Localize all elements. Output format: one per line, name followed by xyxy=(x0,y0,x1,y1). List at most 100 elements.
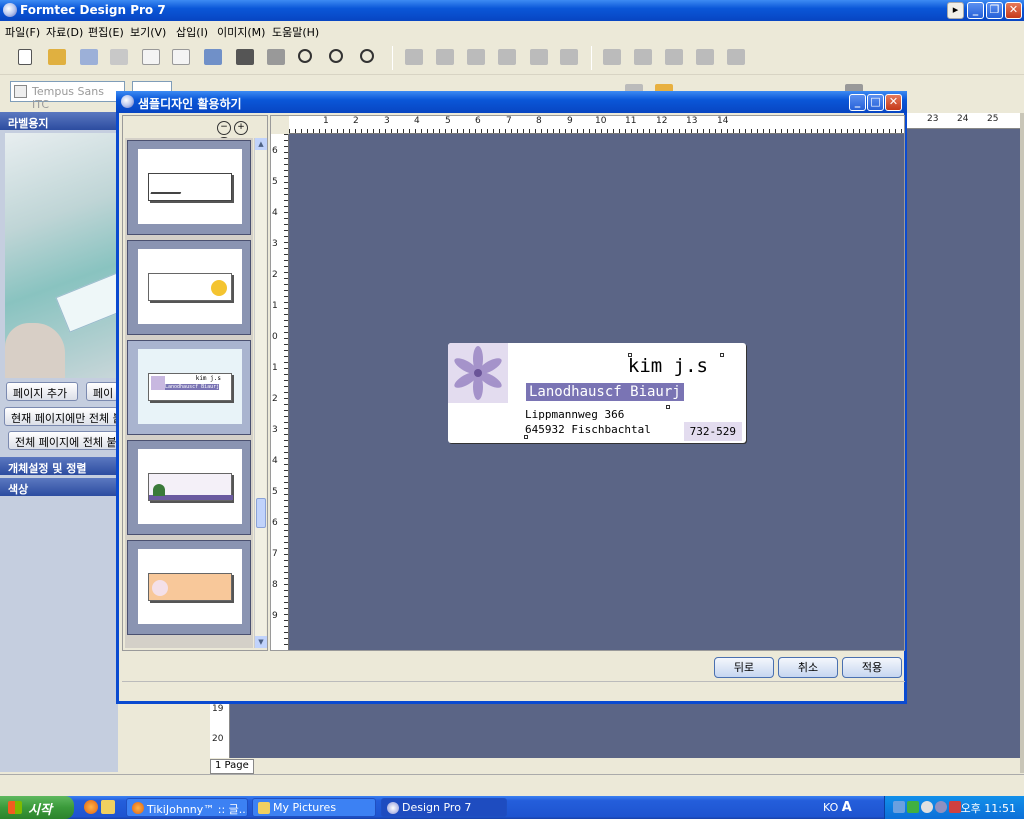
dialog-status-bar xyxy=(122,681,905,699)
ruler-number: 4 xyxy=(414,116,420,126)
page-add-icon[interactable] xyxy=(172,49,190,65)
zoom-in-icon[interactable] xyxy=(298,49,312,63)
minimize-button[interactable]: _ xyxy=(967,2,984,19)
help-arrow-button[interactable]: ▸ xyxy=(947,2,964,19)
dialog-maximize-button[interactable]: □ xyxy=(867,94,884,111)
system-tray: 오후 11:51 xyxy=(884,796,1024,819)
delete-icon[interactable] xyxy=(530,49,548,65)
card-company[interactable]: Lanodhauscf Biaurj xyxy=(526,383,684,401)
windows-taskbar: 시작 TikiJohnny™ :: 글... My Pictures Desig… xyxy=(0,796,1024,819)
selection-handle[interactable] xyxy=(628,353,632,357)
task-my-pictures[interactable]: My Pictures xyxy=(252,798,376,817)
menu-edit[interactable]: 편집(E) xyxy=(88,24,124,40)
thumbnail-item[interactable] xyxy=(127,540,251,635)
paste-icon[interactable] xyxy=(498,49,516,65)
ruler-number: 11 xyxy=(625,116,637,126)
main-vertical-scrollbar[interactable] xyxy=(1020,113,1024,773)
undo-icon[interactable] xyxy=(405,49,423,65)
apply-current-page-button[interactable]: 현재 페이지에만 전체 붙 xyxy=(4,407,118,426)
scroll-thumb[interactable] xyxy=(256,498,266,528)
page-button[interactable]: 페이 xyxy=(86,382,118,401)
start-label: 시작 xyxy=(28,803,52,818)
print-preview-icon[interactable] xyxy=(267,49,285,65)
apply-button[interactable]: 적용 xyxy=(842,657,902,678)
dialog-titlebar[interactable]: 샘플디자인 활용하기 _ □ ✕ xyxy=(116,91,907,113)
card-address-line2[interactable]: 645932 Fischbachtal xyxy=(525,423,651,436)
task-browser[interactable]: TikiJohnny™ :: 글... xyxy=(126,798,248,817)
ruler-number: 7 xyxy=(272,549,278,559)
task-design-pro[interactable]: Design Pro 7 xyxy=(381,798,507,817)
thumbnail-page xyxy=(138,449,242,524)
sample-icon[interactable] xyxy=(204,49,222,65)
menu-help[interactable]: 도움말(H) xyxy=(272,24,319,40)
zoom-fit-icon[interactable] xyxy=(329,49,343,63)
app-titlebar[interactable]: Formtec Design Pro 7 ▸ _ ❐ ✕ xyxy=(0,0,1024,21)
close-button[interactable]: ✕ xyxy=(1005,2,1022,19)
open-folder-icon[interactable] xyxy=(48,49,66,65)
menu-insert[interactable]: 삽입(I) xyxy=(176,24,208,40)
selection-handle[interactable] xyxy=(720,353,724,357)
app-title: Formtec Design Pro 7 xyxy=(20,3,166,17)
start-button[interactable]: 시작 xyxy=(0,796,74,819)
save-icon[interactable] xyxy=(110,49,128,65)
rotate-icon[interactable] xyxy=(665,49,683,65)
card-address-line1[interactable]: Lippmannweg 366 xyxy=(525,408,624,421)
firefox-quicklaunch-icon[interactable] xyxy=(84,800,98,814)
back-button[interactable]: 뒤로 xyxy=(714,657,774,678)
properties-icon[interactable] xyxy=(560,49,578,65)
image-icon[interactable] xyxy=(603,49,621,65)
business-card-preview[interactable]: kim j.s Lanodhauscf Biaurj Lippmannweg 3… xyxy=(448,343,746,443)
scroll-up-icon[interactable]: ▲ xyxy=(255,138,267,150)
add-page-button[interactable]: 페이지 추가 xyxy=(6,382,78,401)
zoom-in-icon[interactable]: + xyxy=(234,121,248,135)
thumbnail-item[interactable] xyxy=(127,240,251,335)
ruler-number: 5 xyxy=(445,116,451,126)
preview-canvas[interactable]: kim j.s Lanodhauscf Biaurj Lippmannweg 3… xyxy=(289,134,904,650)
color-header[interactable]: 색상 xyxy=(0,478,118,496)
menu-data[interactable]: 자료(D) xyxy=(46,24,83,40)
cut-icon[interactable] xyxy=(436,49,454,65)
new-file-icon[interactable] xyxy=(18,49,32,65)
flip-icon[interactable] xyxy=(634,49,652,65)
cancel-button[interactable]: 취소 xyxy=(778,657,838,678)
selection-handle[interactable] xyxy=(666,405,670,409)
align-vertical-icon[interactable] xyxy=(696,49,714,65)
thumbnail-item[interactable] xyxy=(127,140,251,235)
restore-button[interactable]: ❐ xyxy=(986,2,1003,19)
ruler-number: 23 xyxy=(927,114,939,124)
thumbnail-item-selected[interactable]: kim j.s Lanodhauscf Biaurj xyxy=(127,340,251,435)
selection-handle[interactable] xyxy=(524,435,528,439)
toolbar-separator xyxy=(591,46,592,70)
tray-network-icon[interactable] xyxy=(893,801,905,813)
language-indicator[interactable]: KO A xyxy=(823,800,852,815)
menu-file[interactable]: 파일(F) xyxy=(5,24,40,40)
font-name-select[interactable]: Tempus Sans ITC xyxy=(10,81,125,111)
page-tab[interactable]: 1 Page xyxy=(210,759,254,774)
thumbnail-scrollbar[interactable]: ▲ ▼ xyxy=(254,138,267,648)
tray-security-icon[interactable] xyxy=(949,801,961,813)
align-horizontal-icon[interactable] xyxy=(727,49,745,65)
thumbnail-card xyxy=(148,473,233,501)
dialog-minimize-button[interactable]: _ xyxy=(849,94,866,111)
apply-all-pages-button[interactable]: 전체 페이지에 전체 붙여 xyxy=(8,431,118,450)
menu-view[interactable]: 보기(V) xyxy=(130,24,166,40)
card-name[interactable]: kim j.s xyxy=(628,355,708,377)
zoom-out-icon[interactable]: − xyxy=(217,121,231,135)
thumbnail-item[interactable] xyxy=(127,440,251,535)
tray-user-icon[interactable] xyxy=(921,801,933,813)
tray-check-icon[interactable] xyxy=(907,801,919,813)
folder-quicklaunch-icon[interactable] xyxy=(101,800,115,814)
page-icon[interactable] xyxy=(142,49,160,65)
copy-icon[interactable] xyxy=(467,49,485,65)
object-align-header[interactable]: 개체설정 및 정렬 xyxy=(0,457,118,475)
ruler-number: 10 xyxy=(595,116,607,126)
dialog-close-button[interactable]: ✕ xyxy=(885,94,902,111)
scroll-down-icon[interactable]: ▼ xyxy=(255,636,267,648)
print-icon[interactable] xyxy=(236,49,254,65)
tray-settings-icon[interactable] xyxy=(935,801,947,813)
label-paper-header[interactable]: 라벨용지 xyxy=(0,112,118,130)
card-phone[interactable]: 732-529 xyxy=(683,422,742,441)
menu-image[interactable]: 이미지(M) xyxy=(217,24,265,40)
copy-pages-icon[interactable] xyxy=(80,49,98,65)
zoom-out-icon[interactable] xyxy=(360,49,374,63)
